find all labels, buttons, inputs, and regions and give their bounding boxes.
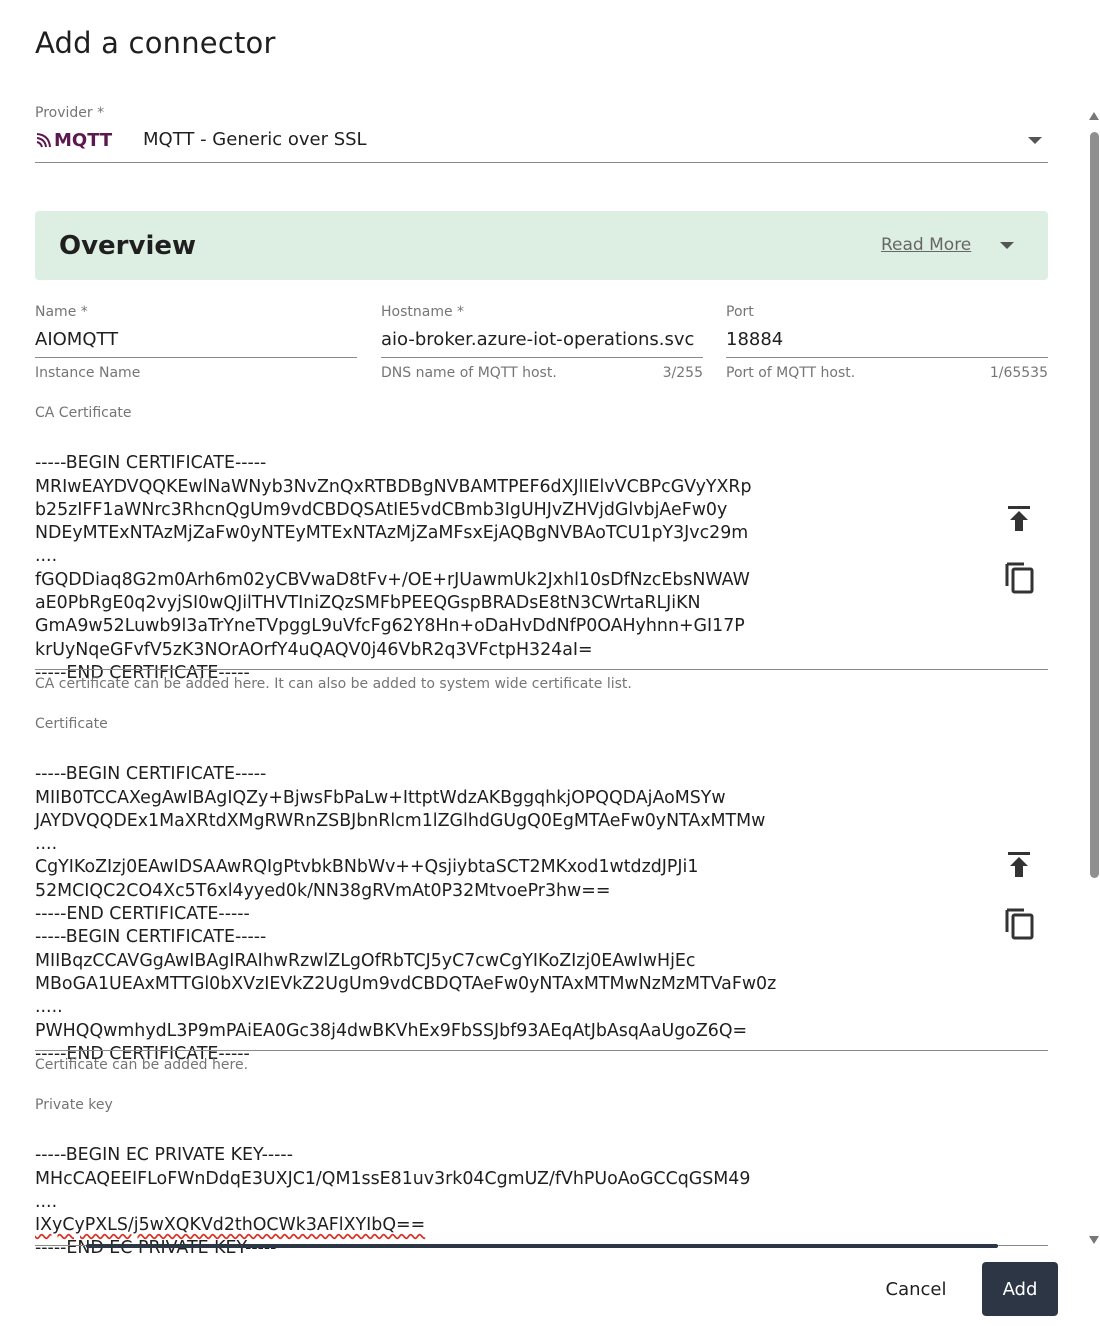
cert-line: MBoGA1UEAxMTTGl0bXVzIEVkZ2UgUm9vdCBDQTAe…: [35, 973, 777, 994]
overview-panel[interactable]: Overview Read More: [35, 211, 1048, 280]
ca-line: MRIwEAYDVQQKEwlNaWNyb3NvZnQxRTBDBgNVBAMT…: [35, 476, 752, 497]
horizontal-scrollbar[interactable]: [86, 1244, 998, 1248]
port-underline: [726, 357, 1048, 358]
port-hint: Port of MQTT host.: [726, 365, 856, 381]
key-line-text: IXyCyPXLS/j5wXQKVd2thOCWk3AFlXYIbQ==: [35, 1215, 426, 1236]
key-line: IXyCyPXLS/j5wXQKVd2thOCWk3AFlXYIbQ==: [35, 1214, 750, 1237]
provider-underline: [35, 162, 1048, 163]
ca-certificate-textarea[interactable]: -----BEGIN CERTIFICATE----- MRIwEAYDVQQKE…: [35, 429, 752, 709]
scroll-down-arrow-icon[interactable]: [1089, 1236, 1099, 1244]
private-key-label: Private key: [35, 1097, 113, 1113]
add-button[interactable]: Add: [982, 1262, 1058, 1316]
read-more-link[interactable]: Read More: [881, 235, 971, 255]
vertical-scrollbar-thumb[interactable]: [1090, 132, 1099, 878]
cert-line: ....: [35, 834, 58, 855]
cert-line: CgYIKoZIzj0EAwIDSAAwRQIgPtvbkBNbWv++Qsji…: [35, 857, 699, 878]
ca-line: ....: [35, 546, 58, 567]
mqtt-signal-icon: [36, 133, 51, 148]
key-line: -----END EC PRIVATE KEY-----: [35, 1238, 277, 1259]
cert-line: MIIB0TCCAXegAwIBAgIQZy+BjwsFbPaLw+IttptW…: [35, 787, 726, 808]
chevron-down-icon[interactable]: [1000, 242, 1014, 249]
hostname-hint: DNS name of MQTT host.: [381, 365, 557, 381]
copy-icon[interactable]: [1003, 906, 1035, 940]
ca-certificate-label: CA Certificate: [35, 405, 132, 421]
cert-line: -----BEGIN CERTIFICATE-----: [35, 927, 267, 948]
key-line: ....: [35, 1191, 58, 1212]
hostname-counter: 3/255: [662, 365, 703, 381]
key-line: -----BEGIN EC PRIVATE KEY-----: [35, 1145, 293, 1166]
ca-line: GmA9w52Luwb9l3aTrYneTVpggL9uVfcFg62Y8Hn+…: [35, 616, 745, 637]
copy-icon[interactable]: [1003, 560, 1035, 594]
hostname-input[interactable]: aio-broker.azure-iot-operations.svc: [381, 329, 701, 350]
name-hint: Instance Name: [35, 365, 141, 381]
cert-line: 52MCIQC2CO4Xc5T6xl4yyed0k/NN38gRVmAt0P32…: [35, 880, 611, 901]
dialog-title: Add a connector: [35, 26, 276, 60]
certificate-underline: [35, 1050, 1048, 1051]
ca-line: krUyNqeGFvfV5zK3NOrAOrfY4uQAQV0j46VbR2q3…: [35, 639, 593, 660]
cert-line: .....: [35, 997, 63, 1018]
ca-line: fGQDDiaq8G2m0Arh6m02yCBVwaD8tFv+/OE+rJUa…: [35, 569, 750, 590]
port-counter: 1/65535: [989, 365, 1048, 381]
cert-line: JAYDVQQDEx1MaXRtdXMgRWRnZSBJbnRlcm1lZGlh…: [35, 810, 766, 831]
name-label: Name *: [35, 304, 88, 320]
mqtt-logo: MQTT: [36, 129, 112, 151]
name-underline: [35, 357, 357, 358]
hostname-label: Hostname *: [381, 304, 465, 320]
certificate-textarea[interactable]: -----BEGIN CERTIFICATE----- MIIB0TCCAXegA…: [35, 740, 776, 1089]
name-input[interactable]: AIOMQTT: [35, 329, 355, 350]
hostname-underline: [381, 357, 703, 358]
certificate-hint: Certificate can be added here.: [35, 1057, 249, 1073]
ca-line: aE0PbRgE0q2vyjSI0wQJilTHVTIniZQzSMFbPEEQ…: [35, 593, 701, 614]
provider-select-value[interactable]: MQTT - Generic over SSL: [143, 129, 367, 150]
ca-certificate-underline: [35, 669, 1048, 670]
cancel-button[interactable]: Cancel: [868, 1263, 964, 1315]
ca-line: -----BEGIN CERTIFICATE-----: [35, 453, 267, 474]
scroll-up-arrow-icon[interactable]: [1089, 112, 1099, 120]
private-key-textarea[interactable]: -----BEGIN EC PRIVATE KEY----- MHcCAQEEIF…: [35, 1121, 750, 1284]
cert-line: PWHQQwmhydL3P9mPAiEA0Gc38j4dwBKVhEx9FbSS…: [35, 1020, 748, 1041]
cert-line: -----END CERTIFICATE-----: [35, 904, 250, 925]
port-label: Port: [726, 304, 754, 320]
ca-certificate-hint: CA certificate can be added here. It can…: [35, 676, 632, 692]
cert-line: MIIBqzCCAVGgAwIBAgIRAIhwRzwlZLgOfRbTCJ5y…: [35, 950, 696, 971]
mqtt-logo-text: MQTT: [54, 129, 113, 151]
upload-icon[interactable]: [1003, 501, 1035, 535]
port-input[interactable]: 18884: [726, 329, 1046, 350]
overview-title: Overview: [59, 231, 197, 261]
cert-line: -----BEGIN CERTIFICATE-----: [35, 764, 267, 785]
ca-line: b25zIFF1aWNrc3RhcnQgUm9vdCBDQSAtIE5vdCBm…: [35, 499, 728, 520]
certificate-label: Certificate: [35, 716, 108, 732]
key-line: MHcCAQEEIFLoFWnDdqE3UXJC1/QM1ssE81uv3rk0…: [35, 1168, 751, 1189]
ca-line: NDEyMTExNTAzMjZaFw0yNTEyMTExNTAzMjZaMFsx…: [35, 523, 749, 544]
upload-icon[interactable]: [1003, 847, 1035, 881]
provider-label: Provider *: [35, 105, 105, 121]
chevron-down-icon[interactable]: [1028, 137, 1042, 144]
